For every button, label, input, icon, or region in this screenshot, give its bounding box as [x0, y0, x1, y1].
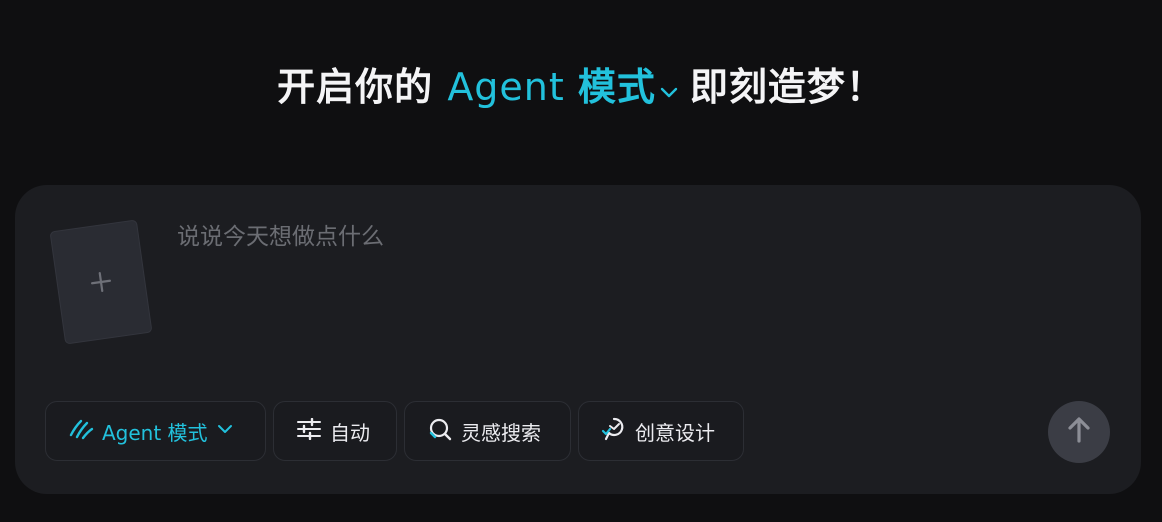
inspiration-search-label: 灵感搜索: [461, 420, 541, 445]
headline-mode-selector[interactable]: Agent 模式: [447, 65, 690, 109]
upload-reference-card[interactable]: [49, 219, 153, 345]
auto-label: 自动: [330, 420, 370, 445]
creative-design-icon: [601, 416, 627, 447]
headline-suffix: 即刻造梦！: [689, 65, 885, 109]
inspiration-search-icon: [427, 417, 453, 446]
creative-design-label: 创意设计: [635, 420, 715, 445]
plus-icon: [89, 270, 114, 295]
chevron-down-icon: [216, 419, 234, 443]
auto-settings-button[interactable]: 自动: [273, 401, 397, 461]
headline-prefix: 开启你的: [277, 65, 448, 109]
send-button[interactable]: [1048, 401, 1110, 463]
arrow-up-icon: [1066, 416, 1092, 448]
headline-mode-label: 模式: [577, 65, 656, 109]
agent-mode-dropdown[interactable]: Agent 模式: [45, 401, 266, 461]
prompt-input[interactable]: [177, 217, 1077, 367]
headline-mode-label-latin: Agent: [447, 65, 578, 109]
agent-mode-label: Agent 模式: [102, 420, 208, 445]
prompt-composer: Agent 模式 自动 灵感搜索: [15, 185, 1141, 494]
creative-design-button[interactable]: 创意设计: [578, 401, 744, 461]
page-headline: 开启你的 Agent 模式 即刻造梦！: [0, 56, 1162, 112]
inspiration-search-button[interactable]: 灵感搜索: [404, 401, 571, 461]
sliders-icon: [296, 417, 322, 445]
agent-swirl-icon: [68, 417, 94, 446]
chevron-down-icon: [658, 68, 680, 112]
